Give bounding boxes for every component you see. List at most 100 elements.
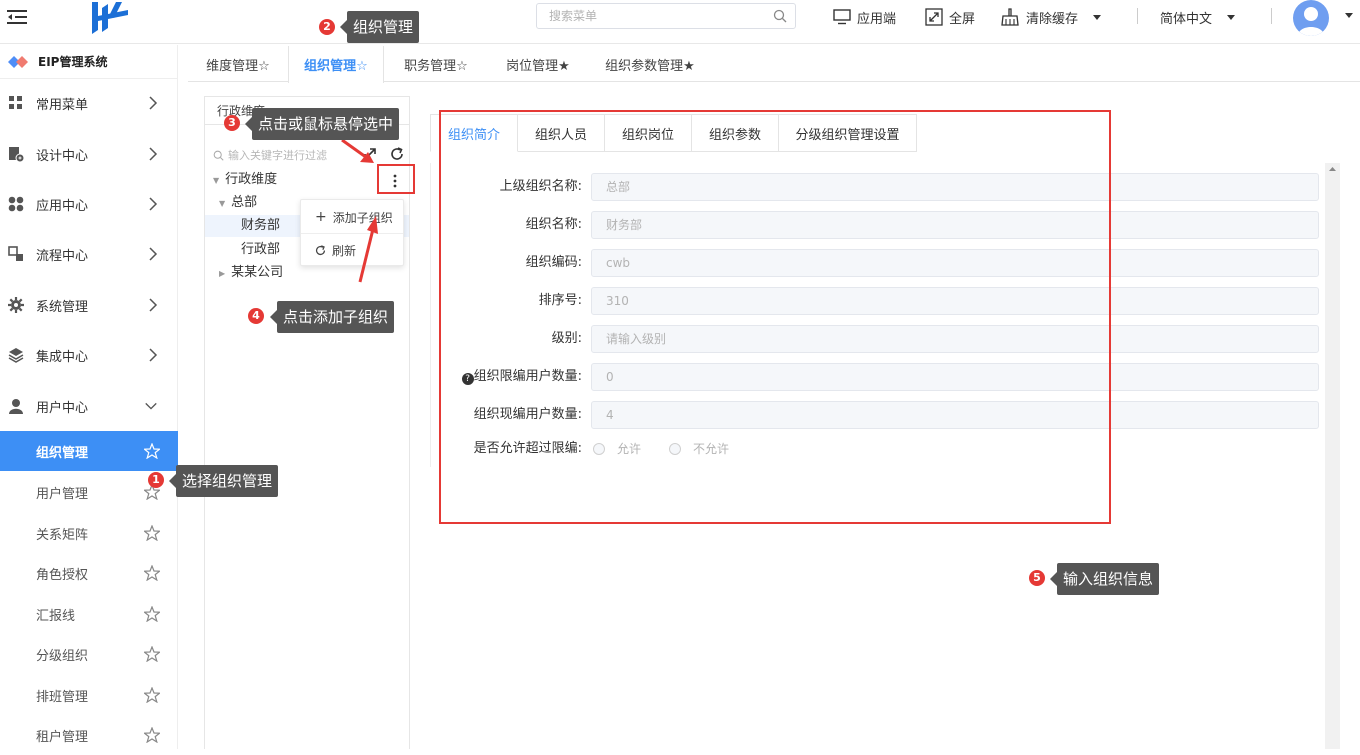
star-icon[interactable]: [144, 606, 160, 622]
tab-dimension-management[interactable]: 维度管理☆: [188, 46, 288, 82]
scroll-up-icon[interactable]: [1325, 163, 1340, 175]
layers-icon: [8, 348, 24, 363]
star-icon[interactable]: [144, 727, 160, 743]
app-end-button[interactable]: 应用端: [833, 4, 896, 30]
sidebar-item-flow-center[interactable]: 流程中心: [0, 229, 178, 279]
fullscreen-button[interactable]: 全屏: [925, 4, 975, 30]
star-icon[interactable]: [144, 687, 160, 703]
sidebar-subitem-org-management[interactable]: 组织管理: [0, 431, 178, 471]
annotation-tip: 点击或鼠标悬停选中: [244, 108, 400, 140]
sidebar-subitem-tenant-management[interactable]: 租户管理: [0, 715, 178, 755]
menu-toggle-icon[interactable]: [6, 6, 28, 28]
chevron-down-icon: [145, 402, 157, 410]
sidebar-item-label: 设计中心: [36, 148, 89, 164]
sidebar-item-label: 常用菜单: [36, 97, 89, 113]
brand-logo-icon: [8, 55, 28, 68]
clear-cache-label: 清除缓存: [1026, 11, 1079, 27]
sidebar-item-label: 用户中心: [36, 400, 89, 416]
sidebar-subitem-hierarchical-org[interactable]: 分级组织: [0, 634, 178, 674]
grid-icon: [9, 96, 22, 109]
sidebar-item-system-management[interactable]: 系统管理: [0, 280, 178, 330]
tree-node-label: 行政部: [241, 242, 281, 257]
search-input[interactable]: [537, 4, 757, 28]
refresh-icon[interactable]: [390, 147, 404, 161]
sidebar: EIP管理系统 常用菜单 设计中心 应用中心 流程中心 系统管理 集成中心 用户…: [0, 45, 178, 749]
star-icon[interactable]: [144, 443, 160, 459]
language-select[interactable]: 简体中文: [1160, 4, 1236, 30]
user-avatar-icon: [1298, 7, 1324, 36]
sidebar-subitem-relation-matrix[interactable]: 关系矩阵: [0, 513, 178, 553]
search-icon: [213, 150, 224, 161]
sidebar-item-common-menu[interactable]: 常用菜单: [0, 78, 178, 128]
chevron-right-icon: [149, 298, 158, 312]
avatar[interactable]: [1293, 0, 1329, 36]
caret-down-icon: [1093, 15, 1102, 20]
logo-icon: [92, 2, 128, 34]
sidebar-subitem-label: 组织管理: [36, 445, 89, 461]
user-icon: [9, 399, 23, 414]
star-icon[interactable]: [144, 565, 160, 581]
design-doc-icon: [9, 147, 24, 162]
tab-label: 组织管理☆: [304, 59, 368, 74]
tab-org-management[interactable]: 组织管理☆: [288, 46, 384, 83]
sidebar-subitem-shift-management[interactable]: 排班管理: [0, 675, 178, 715]
search-box[interactable]: [536, 3, 796, 29]
tab-duty-management[interactable]: 职务管理☆: [386, 46, 486, 82]
step-badge: 2: [319, 19, 335, 35]
sidebar-subitem-role-authorization[interactable]: 角色授权: [0, 553, 178, 593]
chevron-right-icon: [149, 96, 158, 110]
chevron-right-icon: [149, 197, 158, 211]
divider: [1271, 8, 1272, 24]
sidebar-item-user-center[interactable]: 用户中心: [0, 381, 178, 431]
search-icon[interactable]: [773, 9, 787, 23]
sidebar-item-integration-center[interactable]: 集成中心: [0, 330, 178, 380]
sidebar-subitem-label: 排班管理: [36, 689, 89, 705]
vertical-scrollbar[interactable]: [1325, 163, 1340, 749]
tabs-bar: 维度管理☆ 组织管理☆ 职务管理☆ 岗位管理★ 组织参数管理★: [188, 46, 1360, 83]
annotation-tip: 输入组织信息: [1049, 563, 1160, 595]
caret-down-icon: [1227, 15, 1236, 20]
caret-down-icon: ▼: [213, 176, 220, 185]
sidebar-item-app-center[interactable]: 应用中心: [0, 179, 178, 229]
tab-label: 组织参数管理★: [605, 58, 695, 74]
tab-label: 岗位管理★: [506, 58, 570, 74]
chevron-right-icon: [149, 147, 158, 161]
highlight-box-form: [439, 110, 1111, 524]
divider: [1137, 8, 1138, 24]
chevron-right-icon: [149, 247, 158, 261]
arrow-annotation-icon: [341, 138, 378, 283]
brand-title: EIP管理系统: [38, 55, 108, 69]
clear-cache-button[interactable]: 清除缓存: [1000, 4, 1102, 30]
flow-icon: [8, 246, 23, 261]
sidebar-item-label: 流程中心: [36, 248, 89, 264]
sidebar-item-label: 系统管理: [36, 299, 89, 315]
sidebar-subitem-label: 分级组织: [36, 648, 89, 664]
star-icon[interactable]: [144, 646, 160, 662]
tree-node-label: 行政维度: [225, 172, 278, 187]
sidebar-item-label: 集成中心: [36, 349, 89, 365]
tab-post-management[interactable]: 岗位管理★: [488, 46, 588, 82]
sidebar-subitem-label: 汇报线: [36, 608, 76, 624]
sidebar-subitem-label: 租户管理: [36, 729, 89, 745]
fullscreen-icon: [925, 8, 943, 26]
refresh-icon: [315, 244, 326, 255]
monitor-icon: [833, 9, 851, 25]
sidebar-item-design-center[interactable]: 设计中心: [0, 129, 178, 179]
gear-icon: [8, 297, 24, 313]
sidebar-subitem-report-line[interactable]: 汇报线: [0, 594, 178, 634]
tree-filter-placeholder: 输入关键字进行过滤: [228, 149, 327, 162]
sidebar-subitem-label: 关系矩阵: [36, 527, 89, 543]
apps-icon: [8, 196, 24, 212]
caret-down-icon[interactable]: [1344, 11, 1354, 19]
tab-label: 职务管理☆: [404, 58, 468, 74]
step-badge: 3: [224, 115, 240, 131]
caret-down-icon: ▼: [219, 199, 226, 208]
tab-org-param-management[interactable]: 组织参数管理★: [590, 46, 710, 82]
annotation-tip: 选择组织管理: [168, 465, 279, 497]
top-bar: 应用端 全屏 清除缓存 简体中文: [0, 0, 1360, 44]
tab-label: 维度管理☆: [206, 58, 270, 74]
tree-node-label: 某某公司: [231, 265, 284, 280]
star-icon[interactable]: [144, 525, 160, 541]
tree-node-label: 总部: [231, 195, 258, 210]
broom-icon: [1001, 8, 1019, 26]
